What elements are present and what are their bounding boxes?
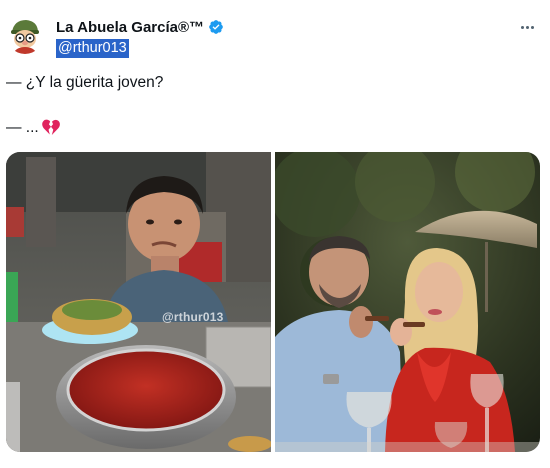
couple-photo-right xyxy=(275,152,540,452)
more-options-icon[interactable] xyxy=(518,18,536,36)
tweet-text-line-2-text: — ... xyxy=(6,119,39,136)
media-image-left[interactable]: @rthur013 xyxy=(6,152,271,452)
tweet-header: La Abuela García®™ @rthur013 xyxy=(56,16,510,58)
verified-badge-icon xyxy=(209,20,223,34)
author-display-name[interactable]: La Abuela García®™ xyxy=(56,19,204,36)
meme-photo-left xyxy=(6,152,271,452)
tweet-text-line-2: — ... xyxy=(6,118,61,138)
media-image-right[interactable] xyxy=(275,152,540,452)
author-avatar[interactable] xyxy=(6,16,44,54)
broken-heart-icon xyxy=(41,119,60,136)
cartoon-grandma-avatar-icon xyxy=(6,16,44,54)
name-row: La Abuela García®™ xyxy=(56,16,510,38)
tweet-media[interactable]: @rthur013 xyxy=(6,152,540,452)
author-handle[interactable]: @rthur013 xyxy=(56,39,129,58)
media-watermark: @rthur013 xyxy=(162,310,224,324)
tweet-card: La Abuela García®™ @rthur013 — ¿Y la güe… xyxy=(0,0,550,468)
tweet-text-line-1: — ¿Y la güerita joven? xyxy=(6,74,164,91)
